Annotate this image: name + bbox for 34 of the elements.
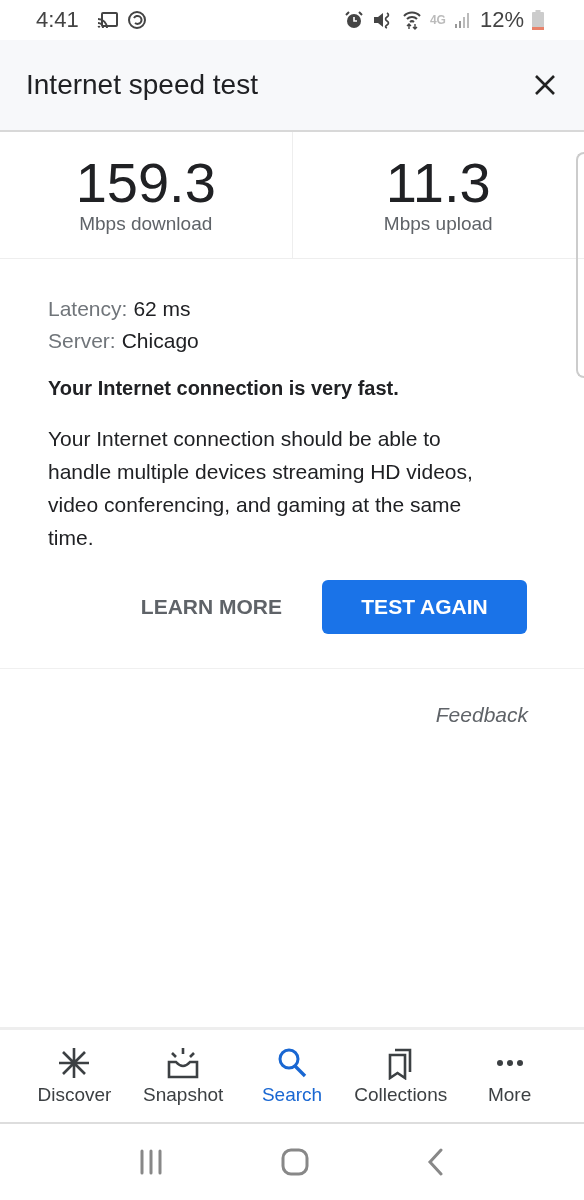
cast-icon (96, 11, 119, 29)
speed-label: Mbps upload (383, 213, 493, 235)
tray-icon (166, 1046, 201, 1080)
network-type: 4G (429, 13, 446, 27)
sync-icon (126, 10, 147, 30)
test-again-button[interactable]: TEST AGAIN (322, 580, 527, 634)
alarm-icon (343, 10, 364, 30)
nav-tab[interactable]: Collections (346, 1030, 456, 1122)
close-icon (534, 74, 556, 96)
home-icon[interactable] (281, 1148, 309, 1176)
nav-tab[interactable]: Snapshot (128, 1030, 238, 1122)
detail-label: Server: (48, 328, 116, 354)
detail-label: Latency: (48, 296, 128, 322)
recent-apps-icon[interactable] (138, 1149, 165, 1175)
description-text: Your Internet connection should be able to handle multiple devices streaming HD videos, video conferencing, and gaming at the same time. (48, 426, 474, 551)
battery-icon (532, 10, 544, 30)
learn-more-button[interactable]: LEARN MORE (140, 585, 282, 629)
detail-value: 62 ms (133, 296, 191, 322)
speed-value: 11.3 (385, 155, 491, 211)
speed-label: Mbps download (79, 213, 213, 235)
nav-tab[interactable]: Search (237, 1030, 347, 1122)
feedback-link[interactable]: Feedback (435, 703, 528, 727)
signal-icon (453, 11, 472, 29)
header-title: Internet speed test (26, 69, 258, 101)
status-time: 4:41 (36, 7, 79, 33)
speed-value: 159.3 (75, 155, 216, 211)
verdict-text: Your Internet connection is very fast. (48, 377, 400, 400)
detail-value: Chicago (121, 328, 199, 354)
nav-tab[interactable]: More (455, 1030, 564, 1122)
more-icon (496, 1060, 523, 1066)
wifi-icon (401, 10, 422, 30)
battery-percent: 12% (479, 7, 524, 33)
asterisk-icon (57, 1046, 92, 1080)
nav-tab[interactable]: Discover (20, 1030, 129, 1122)
